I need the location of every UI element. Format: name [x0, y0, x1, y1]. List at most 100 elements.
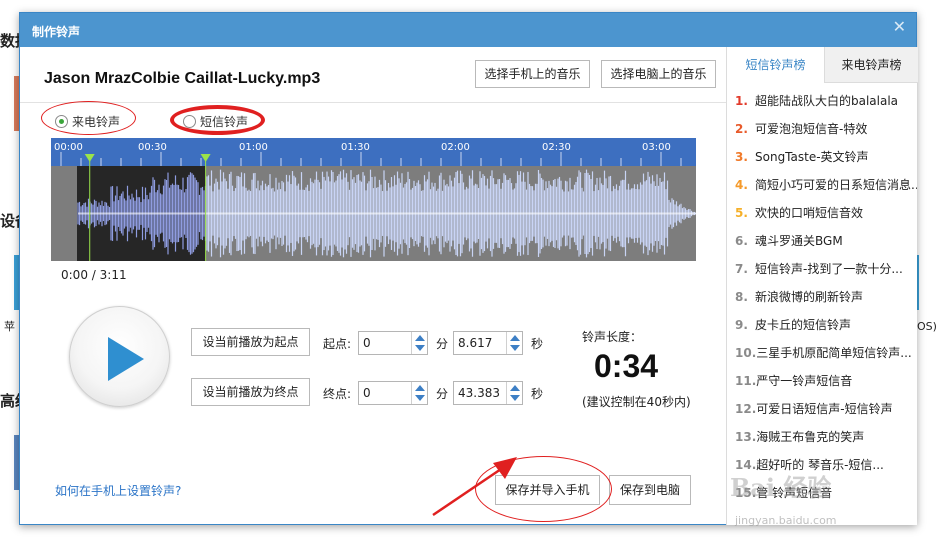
end-second-input[interactable]: 43.383	[453, 381, 523, 405]
list-item-title: SongTaste-英文铃声	[755, 150, 869, 164]
end-second-value: 43.383	[458, 386, 500, 400]
list-item-title: 三星手机原配简单短信铃声...	[756, 346, 912, 360]
list-item[interactable]: 2. 可爱泡泡短信音-特效	[727, 115, 917, 143]
list-item[interactable]: 11.严守一铃声短信音	[727, 367, 917, 395]
end-minute-unit: 分	[436, 387, 449, 401]
start-marker-handle	[84, 154, 95, 162]
playback-time: 0:00 / 3:11	[61, 268, 127, 282]
end-second-unit: 秒	[531, 387, 544, 401]
watermark: Bai 经验	[730, 473, 832, 502]
list-item[interactable]: 4. 简短小巧可爱的日系短信消息...	[727, 171, 917, 199]
ringtone-ranking-panel: 短信铃声榜 来电铃声榜 1. 超能陆战队大白的balalala 2. 可爱泡泡短信音-…	[726, 47, 918, 525]
down-arrow-icon[interactable]	[510, 395, 520, 401]
annotation-arrow	[432, 457, 517, 517]
down-arrow-icon[interactable]	[415, 345, 425, 351]
end-marker-handle	[200, 154, 211, 162]
list-item-rank: 12.	[735, 402, 757, 416]
tab-call-ranking[interactable]: 来电铃声榜	[825, 47, 918, 83]
list-item[interactable]: 1. 超能陆战队大白的balalala	[727, 87, 917, 115]
list-item[interactable]: 6. 魂斗罗通关BGM	[727, 227, 917, 255]
list-item-title: 可爱日语短信声-短信铃声	[756, 402, 893, 416]
list-item-rank: 7.	[735, 262, 748, 276]
start-second-stepper[interactable]	[506, 332, 522, 354]
down-arrow-icon[interactable]	[415, 395, 425, 401]
start-minute-input[interactable]: 0	[358, 331, 428, 355]
end-minute-input[interactable]: 0	[358, 381, 428, 405]
list-item-title: 超能陆战队大白的balalala	[755, 94, 899, 108]
list-item[interactable]: 12.可爱日语短信声-短信铃声	[727, 395, 917, 423]
list-item-rank: 3.	[735, 150, 748, 164]
list-item[interactable]: 5. 欢快的口哨短信音效	[727, 199, 917, 227]
list-item-rank: 10.	[735, 346, 757, 360]
list-item-rank: 1.	[735, 94, 748, 108]
start-minute-unit: 分	[436, 337, 449, 351]
up-arrow-icon[interactable]	[510, 335, 520, 341]
annotation-oval-call	[41, 101, 136, 135]
list-item-title: 新浪微博的刷新铃声	[755, 290, 864, 304]
list-item-rank: 4.	[735, 178, 748, 192]
start-minute-stepper[interactable]	[411, 332, 427, 354]
ranking-list: 1. 超能陆战队大白的balalala 2. 可爱泡泡短信音-特效 3. SongTast…	[727, 87, 917, 507]
ranking-tabs: 短信铃声榜 来电铃声榜	[727, 47, 918, 83]
dialog-title: 制作铃声	[32, 25, 81, 39]
time-separator: /	[91, 268, 96, 282]
list-item-title: 严守一铃声短信音	[756, 374, 853, 388]
list-item-title: 皮卡丘的短信铃声	[755, 318, 852, 332]
dialog-titlebar: 制作铃声 ✕	[20, 13, 916, 47]
help-link-set-ringtone[interactable]: 如何在手机上设置铃声?	[55, 482, 181, 499]
list-item-rank: 6.	[735, 234, 748, 248]
ringtone-length-hint: (建议控制在40秒内)	[582, 395, 691, 409]
close-icon[interactable]: ✕	[893, 17, 906, 36]
annotation-oval-sms	[170, 105, 265, 135]
list-item[interactable]: 8. 新浪微博的刷新铃声	[727, 283, 917, 311]
select-phone-music-button[interactable]: 选择手机上的音乐	[475, 60, 590, 88]
up-arrow-icon[interactable]	[510, 385, 520, 391]
list-item-title: 简短小巧可爱的日系短信消息...	[755, 178, 917, 192]
end-second-stepper[interactable]	[506, 382, 522, 404]
start-minute-value: 0	[363, 336, 371, 350]
current-time: 0:00	[61, 268, 88, 282]
end-minute-stepper[interactable]	[411, 382, 427, 404]
start-label: 起点:	[323, 337, 352, 351]
list-item-rank: 13.	[735, 430, 757, 444]
save-to-pc-button[interactable]: 保存到电脑	[609, 475, 691, 505]
waveform-graphic	[60, 152, 696, 261]
down-arrow-icon[interactable]	[510, 345, 520, 351]
list-item-title: 海贼王布鲁克的笑声	[756, 430, 865, 444]
header-divider	[20, 102, 726, 103]
list-item-rank: 5.	[735, 206, 748, 220]
list-item-title: 魂斗罗通关BGM	[755, 234, 843, 248]
list-item-rank: 11.	[735, 374, 757, 388]
background-label-apple: 苹	[4, 320, 15, 333]
select-pc-music-button[interactable]: 选择电脑上的音乐	[601, 60, 716, 88]
up-arrow-icon[interactable]	[415, 335, 425, 341]
list-item-title: 可爱泡泡短信音-特效	[755, 122, 868, 136]
list-item[interactable]: 13.海贼王布鲁克的笑声	[727, 423, 917, 451]
start-second-input[interactable]: 8.617	[453, 331, 523, 355]
start-second-unit: 秒	[531, 337, 544, 351]
list-item[interactable]: 3. SongTaste-英文铃声	[727, 143, 917, 171]
tab-sms-ranking[interactable]: 短信铃声榜	[727, 47, 825, 83]
waveform-editor[interactable]: 00:00 00:30 01:00 01:30 02:00 02:30 03:0…	[51, 138, 696, 261]
ringtone-length-value: 0:34	[594, 348, 659, 384]
play-button[interactable]	[69, 306, 170, 407]
list-item-title: 欢快的口哨短信音效	[755, 206, 864, 220]
play-icon	[108, 337, 144, 381]
end-label: 终点:	[323, 387, 352, 401]
watermark-url: jingyan.baidu.com	[735, 514, 837, 527]
list-item[interactable]: 9. 皮卡丘的短信铃声	[727, 311, 917, 339]
background-label-os: OS)	[917, 320, 937, 333]
list-item-title: 短信铃声-找到了一款十分...	[755, 262, 903, 276]
list-item[interactable]: 7. 短信铃声-找到了一款十分...	[727, 255, 917, 283]
make-ringtone-dialog: 制作铃声 ✕ Jason MrazColbie Caillat-Lucky.mp…	[19, 12, 918, 525]
set-start-button[interactable]: 设当前播放为起点	[191, 328, 310, 356]
total-duration: 3:11	[99, 268, 127, 282]
set-end-button[interactable]: 设当前播放为终点	[191, 378, 310, 406]
list-item[interactable]: 10.三星手机原配简单短信铃声...	[727, 339, 917, 367]
list-item-rank: 9.	[735, 318, 748, 332]
end-minute-value: 0	[363, 386, 371, 400]
up-arrow-icon[interactable]	[415, 385, 425, 391]
start-second-value: 8.617	[458, 336, 493, 350]
song-filename: Jason MrazColbie Caillat-Lucky.mp3	[44, 70, 321, 87]
list-item-rank: 2.	[735, 122, 748, 136]
